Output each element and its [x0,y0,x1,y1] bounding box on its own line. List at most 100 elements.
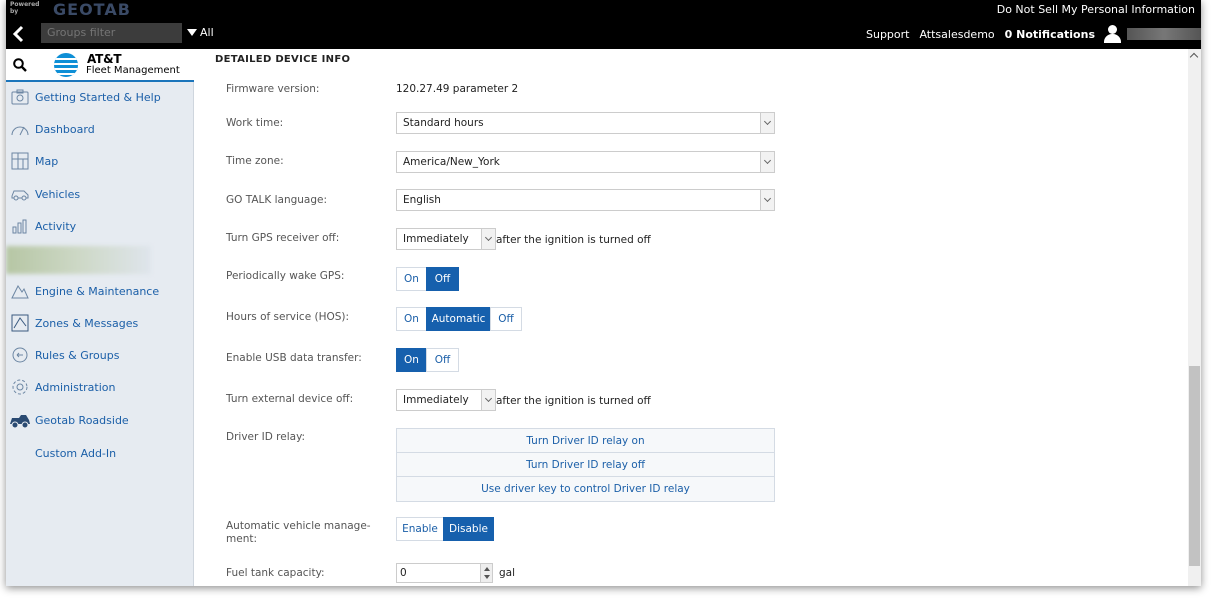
wake-gps-toggle: On Off [396,267,459,291]
sidebar-item-custom-add-in[interactable]: Custom Add-In [6,438,194,468]
privacy-link[interactable]: Do Not Sell My Personal Information [997,3,1195,16]
geotab-logo: GEOTAB [53,0,131,19]
map-icon [9,151,31,171]
wake-gps-on-button[interactable]: On [396,267,427,291]
back-button[interactable] [12,25,26,43]
user-icon[interactable] [1103,25,1121,43]
sidebar-item-label: Administration [35,380,116,394]
firmware-value: 120.27.49 parameter 2 [396,83,519,95]
user-name-redacted[interactable] [1127,28,1201,40]
ext-off-select[interactable]: Immediately [396,389,496,411]
hos-toggle: On Automatic Off [396,307,522,331]
sidebar-item-label: Dashboard [35,122,95,136]
sidebar-item-dashboard[interactable]: Dashboard [6,114,194,144]
time-zone-value: America/New_York [403,156,500,168]
all-label: All [200,26,214,39]
caret-down-icon [187,29,197,36]
go-talk-label: GO TALK language: [226,194,328,206]
hos-off-button[interactable]: Off [490,307,522,331]
sidebar-item-label: Vehicles [35,187,81,201]
hos-on-button[interactable]: On [396,307,427,331]
sidebar: AT&T Fleet Management Getting Started & … [6,49,194,586]
rules-icon [9,345,31,365]
att-globe-logo [54,53,78,77]
vertical-scrollbar[interactable] [1188,49,1201,586]
engine-icon [9,281,31,301]
wake-gps-off-button[interactable]: Off [426,267,459,291]
fuel-unit: gal [499,567,516,579]
main-content: DETAILED DEVICE INFO Firmware version: 1… [195,49,1188,586]
usb-off-button[interactable]: Off [426,348,459,372]
chevron-left-icon [12,25,24,43]
avm-disable-button[interactable]: Disable [443,517,494,541]
usb-label: Enable USB data transfer: [226,352,362,364]
groups-filter-input[interactable] [41,23,182,43]
gps-off-label: Turn GPS receiver off: [226,232,340,244]
avm-label-line1: Automatic vehicle manage- [226,520,371,532]
chevron-down-icon [760,152,774,172]
avm-enable-button[interactable]: Enable [396,517,444,541]
sidebar-item-label: Getting Started & Help [35,90,161,104]
nav-bar: All Support Attsalesdemo 0 Notifications [6,19,1201,49]
sidebar-item-geotab-roadside[interactable]: Geotab Roadside [6,405,194,435]
sidebar-item-getting-started[interactable]: Getting Started & Help [6,82,194,112]
usb-toggle: On Off [396,348,459,372]
sidebar-item-zones-messages[interactable]: Zones & Messages [6,308,194,338]
fuel-label: Fuel tank capacity: [226,567,325,579]
gps-off-select[interactable]: Immediately [396,228,496,250]
gps-off-value: Immediately [403,233,469,245]
sidebar-item-redacted[interactable] [6,246,151,274]
relay-off-button[interactable]: Turn Driver ID relay off [397,453,774,477]
sidebar-item-label: Custom Add-In [35,446,117,460]
ext-off-value: Immediately [403,394,469,406]
powered-by-label: Powered by [10,1,40,15]
stepper-icon[interactable] [480,564,492,582]
sidebar-item-label: Activity [35,219,77,233]
hos-automatic-button[interactable]: Automatic [426,307,491,331]
firmware-label: Firmware version: [226,83,320,95]
chevron-down-icon [481,390,495,410]
gauge-icon [9,119,31,139]
avm-label-line2: ment: [226,533,257,545]
sidebar-item-label: Rules & Groups [35,348,120,362]
time-zone-select[interactable]: America/New_York [396,151,775,173]
sidebar-header: AT&T Fleet Management [6,49,194,82]
sidebar-item-activity[interactable]: Activity [6,211,194,241]
groups-all-toggle[interactable]: All [187,26,214,39]
chevron-down-icon [481,229,495,249]
scrollbar-thumb[interactable] [1189,366,1200,566]
fuel-capacity-value: 0 [400,567,407,579]
hos-label: Hours of service (HOS): [226,311,350,323]
notifications-link[interactable]: 0 Notifications [1005,28,1095,41]
sidebar-item-map[interactable]: Map [6,146,194,176]
att-logo-text: AT&T [87,52,122,66]
work-time-label: Work time: [226,117,284,129]
top-bar: Powered by GEOTAB Do Not Sell My Persona… [6,0,1201,19]
zones-icon [9,313,31,333]
go-talk-select[interactable]: English [396,189,775,211]
account-link[interactable]: Attsalesdemo [919,28,994,41]
avm-toggle: Enable Disable [396,517,494,541]
relay-label: Driver ID relay: [226,431,306,443]
bar-chart-icon [9,216,31,236]
sidebar-item-administration[interactable]: Administration [6,372,194,402]
work-time-value: Standard hours [403,117,484,129]
chevron-down-icon [760,113,774,133]
support-link[interactable]: Support [866,28,909,41]
sidebar-item-rules-groups[interactable]: Rules & Groups [6,340,194,370]
sidebar-item-label: Geotab Roadside [35,413,129,427]
gear-icon [9,377,31,397]
chevron-up-icon[interactable] [1189,52,1199,62]
relay-button-group: Turn Driver ID relay on Turn Driver ID r… [396,428,775,502]
sidebar-item-engine-maintenance[interactable]: Engine & Maintenance [6,276,194,306]
ext-off-label: Turn external device off: [226,393,354,405]
relay-driver-key-button[interactable]: Use driver key to control Driver ID rela… [397,477,774,501]
relay-on-button[interactable]: Turn Driver ID relay on [397,429,774,453]
work-time-select[interactable]: Standard hours [396,112,775,134]
search-icon[interactable] [13,58,27,72]
ext-off-suffix: after the ignition is turned off [496,395,651,407]
sidebar-item-vehicles[interactable]: Vehicles [6,179,194,209]
section-title: DETAILED DEVICE INFO [215,54,351,65]
fuel-capacity-input[interactable]: 0 [396,563,493,583]
usb-on-button[interactable]: On [396,348,427,372]
